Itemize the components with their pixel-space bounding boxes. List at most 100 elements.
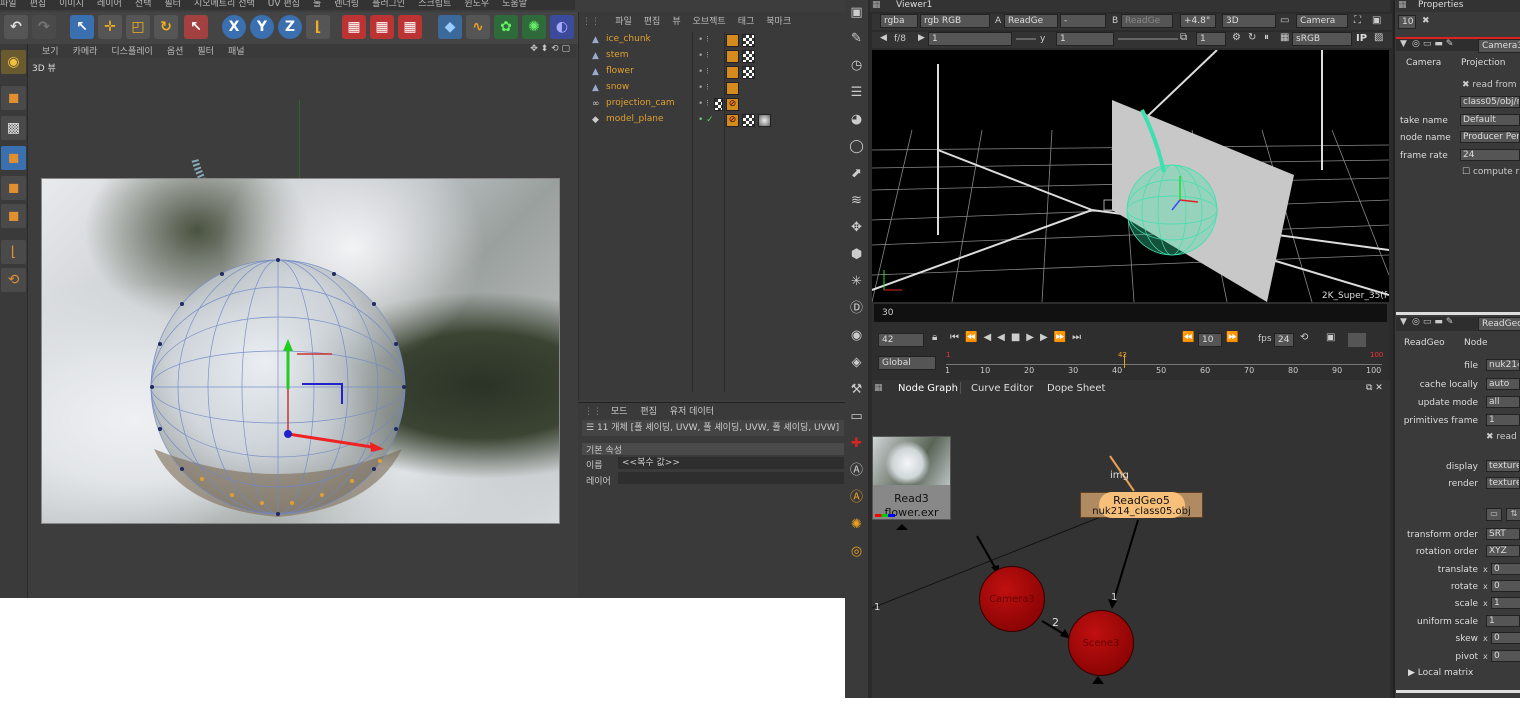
keyer-icon[interactable]: ⬈ <box>848 165 865 182</box>
view-mode-dropdown[interactable]: 3D <box>1222 14 1276 28</box>
draw-icon[interactable]: ✎ <box>848 30 865 47</box>
loop-icon[interactable]: ⟲ <box>1300 332 1308 343</box>
camera-dropdown[interactable]: Camera <box>1296 14 1348 28</box>
attr-menu-user-data[interactable]: 유저 데이터 <box>670 407 714 417</box>
spline-icon[interactable]: ∿ <box>466 15 490 39</box>
viewport-menu-options[interactable]: 옵션 <box>167 47 184 57</box>
visibility-dots-icon[interactable]: • ⁝ <box>698 83 709 93</box>
transform-icon[interactable]: ✥ <box>848 219 865 236</box>
menu-tools[interactable]: 툴 <box>313 0 321 9</box>
camera3-name-field[interactable]: Camera3 <box>1478 39 1520 53</box>
move-icon[interactable]: ✛ <box>98 15 122 39</box>
protection-tag-icon[interactable] <box>714 98 723 111</box>
menu-edit[interactable]: 편집 <box>30 0 47 9</box>
timeline-ruler[interactable]: 42 1 100 1 10 20 30 40 50 60 70 80 90 10… <box>945 351 1383 375</box>
viewer-options-icon[interactable]: ▨ <box>1374 32 1383 43</box>
plugin-a-icon[interactable]: Ⓐ <box>848 489 865 506</box>
fps-field[interactable]: 24 <box>1274 333 1294 347</box>
render-settings-icon[interactable]: ▦ <box>398 15 422 39</box>
phong-tag-icon[interactable] <box>726 34 739 47</box>
menu-render[interactable]: 렌더링 <box>334 0 359 9</box>
gain-value-field[interactable]: 1 <box>928 32 1012 46</box>
plugin-c-icon[interactable]: ◎ <box>848 543 865 560</box>
node-name-field[interactable]: Producer Per <box>1460 131 1520 143</box>
deformer-icon[interactable]: ◐ <box>550 15 574 39</box>
object-menu-object[interactable]: 오브젝트 <box>693 17 726 27</box>
tab-node[interactable]: Node <box>1464 338 1488 348</box>
pause-icon[interactable]: ⏸ <box>1264 32 1269 43</box>
views-icon[interactable]: ◉ <box>848 327 865 344</box>
polygon-mode-icon[interactable]: ◼ <box>1 204 26 228</box>
tab-curve-editor[interactable]: Curve Editor <box>971 383 1033 394</box>
metadata-icon[interactable]: ◈ <box>848 354 865 371</box>
menu-file[interactable]: 파일 <box>0 0 17 9</box>
lut-dropdown[interactable]: sRGB <box>1292 32 1352 46</box>
visibility-dots-icon[interactable]: • ⁝ <box>698 51 709 61</box>
playback-controls[interactable]: ⏮⏪◀◀■▶▶⏩⏭ <box>950 332 1087 343</box>
render-pic-icon[interactable]: ▦ <box>370 15 394 39</box>
scene3-node[interactable]: Scene3 <box>1068 610 1134 676</box>
max-panels-field[interactable]: 10 <box>1398 15 1416 29</box>
attr-menu-edit[interactable]: 편집 <box>640 407 657 417</box>
y-axis-icon[interactable]: Y <box>250 15 274 39</box>
update-mode-dropdown[interactable]: all <box>1486 396 1520 408</box>
frame-rate-field[interactable]: 24 <box>1460 149 1520 161</box>
properties-tab[interactable]: Properties <box>1418 0 1463 10</box>
z-axis-icon[interactable]: Z <box>278 15 302 39</box>
visibility-dots-icon[interactable]: • ⁝ <box>698 35 709 45</box>
x-axis-icon[interactable]: X <box>222 15 246 39</box>
attr-menu-mode[interactable]: 모드 <box>611 407 628 417</box>
particles-icon[interactable]: ✳ <box>848 273 865 290</box>
skip-forward-icon[interactable]: ⏩ <box>1226 332 1238 343</box>
model-mode-icon[interactable]: ◉ <box>1 50 26 74</box>
pivot-x-field[interactable]: 0 <box>1491 650 1520 662</box>
rotation-order-dropdown[interactable]: XYZ <box>1486 545 1520 557</box>
viewport-menu-camera[interactable]: 카메라 <box>73 47 98 57</box>
attr-name-field[interactable]: <<복수 값>> <box>618 457 844 469</box>
nurbs-icon[interactable]: ✿ <box>494 15 518 39</box>
rotate-x-field[interactable]: 0 <box>1491 580 1520 592</box>
phong-tag-icon[interactable] <box>726 82 739 95</box>
menu-script[interactable]: 스크립트 <box>418 0 451 9</box>
menu-layer[interactable]: 레이어 <box>97 0 122 9</box>
props-pane-menu-icon[interactable]: ▦ <box>1398 0 1407 10</box>
plugin-b-icon[interactable]: ✺ <box>848 516 865 533</box>
proxy-icon[interactable]: ⧉ <box>1180 32 1187 43</box>
array-icon[interactable]: ✺ <box>522 15 546 39</box>
channel-icon[interactable]: ☰ <box>848 84 865 101</box>
graph-pane-menu-icon[interactable]: ▦ <box>874 383 883 393</box>
redo-icon[interactable]: ↷ <box>32 15 56 39</box>
object-row-ice-chunk[interactable]: ▲ ice_chunk • ⁝ <box>590 33 840 48</box>
object-row-model-plane[interactable]: ◆ model_plane • ✓ ⊘ <box>590 113 840 128</box>
viewport-menu-filter[interactable]: 필터 <box>197 47 214 57</box>
object-menu-view[interactable]: 뷰 <box>672 17 680 27</box>
render-view-icon[interactable]: ▦ <box>342 15 366 39</box>
rg-file-field[interactable]: nuk214_ <box>1486 359 1520 371</box>
viewport-menu-view[interactable]: 보기 <box>42 47 59 57</box>
flipbook-icon[interactable]: ▣ <box>1326 332 1335 343</box>
attr-layer-field[interactable] <box>618 472 844 484</box>
collapse-icon[interactable]: ▼ <box>1400 39 1407 49</box>
viewer-tab[interactable]: Viewer1 <box>896 0 932 10</box>
object-menu-tag[interactable]: 태그 <box>738 17 755 27</box>
transform-order-dropdown[interactable]: SRT <box>1486 528 1520 540</box>
phong-tag-icon[interactable] <box>726 66 739 79</box>
gain-field[interactable]: +4.8° <box>1180 14 1216 28</box>
read3-node[interactable]: Read3 flower.exr <box>872 436 951 520</box>
menu-window[interactable]: 윈도우 <box>464 0 489 9</box>
composite-dropdown[interactable]: - <box>1060 14 1106 28</box>
material-tag-icon[interactable] <box>758 114 771 127</box>
object-menu-edit[interactable]: 편집 <box>644 17 661 27</box>
take-name-field[interactable]: Default <box>1460 114 1520 126</box>
object-row-stem[interactable]: ▲ stem • ⁝ <box>590 49 840 64</box>
gain-slider[interactable] <box>1016 38 1036 40</box>
local-matrix-toggle[interactable]: ▶ Local matrix <box>1408 668 1473 678</box>
read-checkbox[interactable]: ✖ read <box>1486 432 1517 442</box>
prev-fstop-icon[interactable]: ◀ <box>880 33 887 43</box>
select-icon[interactable]: ↖ <box>70 15 94 39</box>
compute-checkbox[interactable]: ☐ compute r <box>1462 167 1519 177</box>
viewport-nav-icons[interactable]: ✥ ⬍ ⟲ ▢ <box>530 44 570 54</box>
frame-field[interactable]: 42 <box>878 333 924 347</box>
toolsets-icon[interactable]: ⚒ <box>848 381 865 398</box>
clear-panels-icon[interactable]: ✖ <box>1422 16 1430 26</box>
